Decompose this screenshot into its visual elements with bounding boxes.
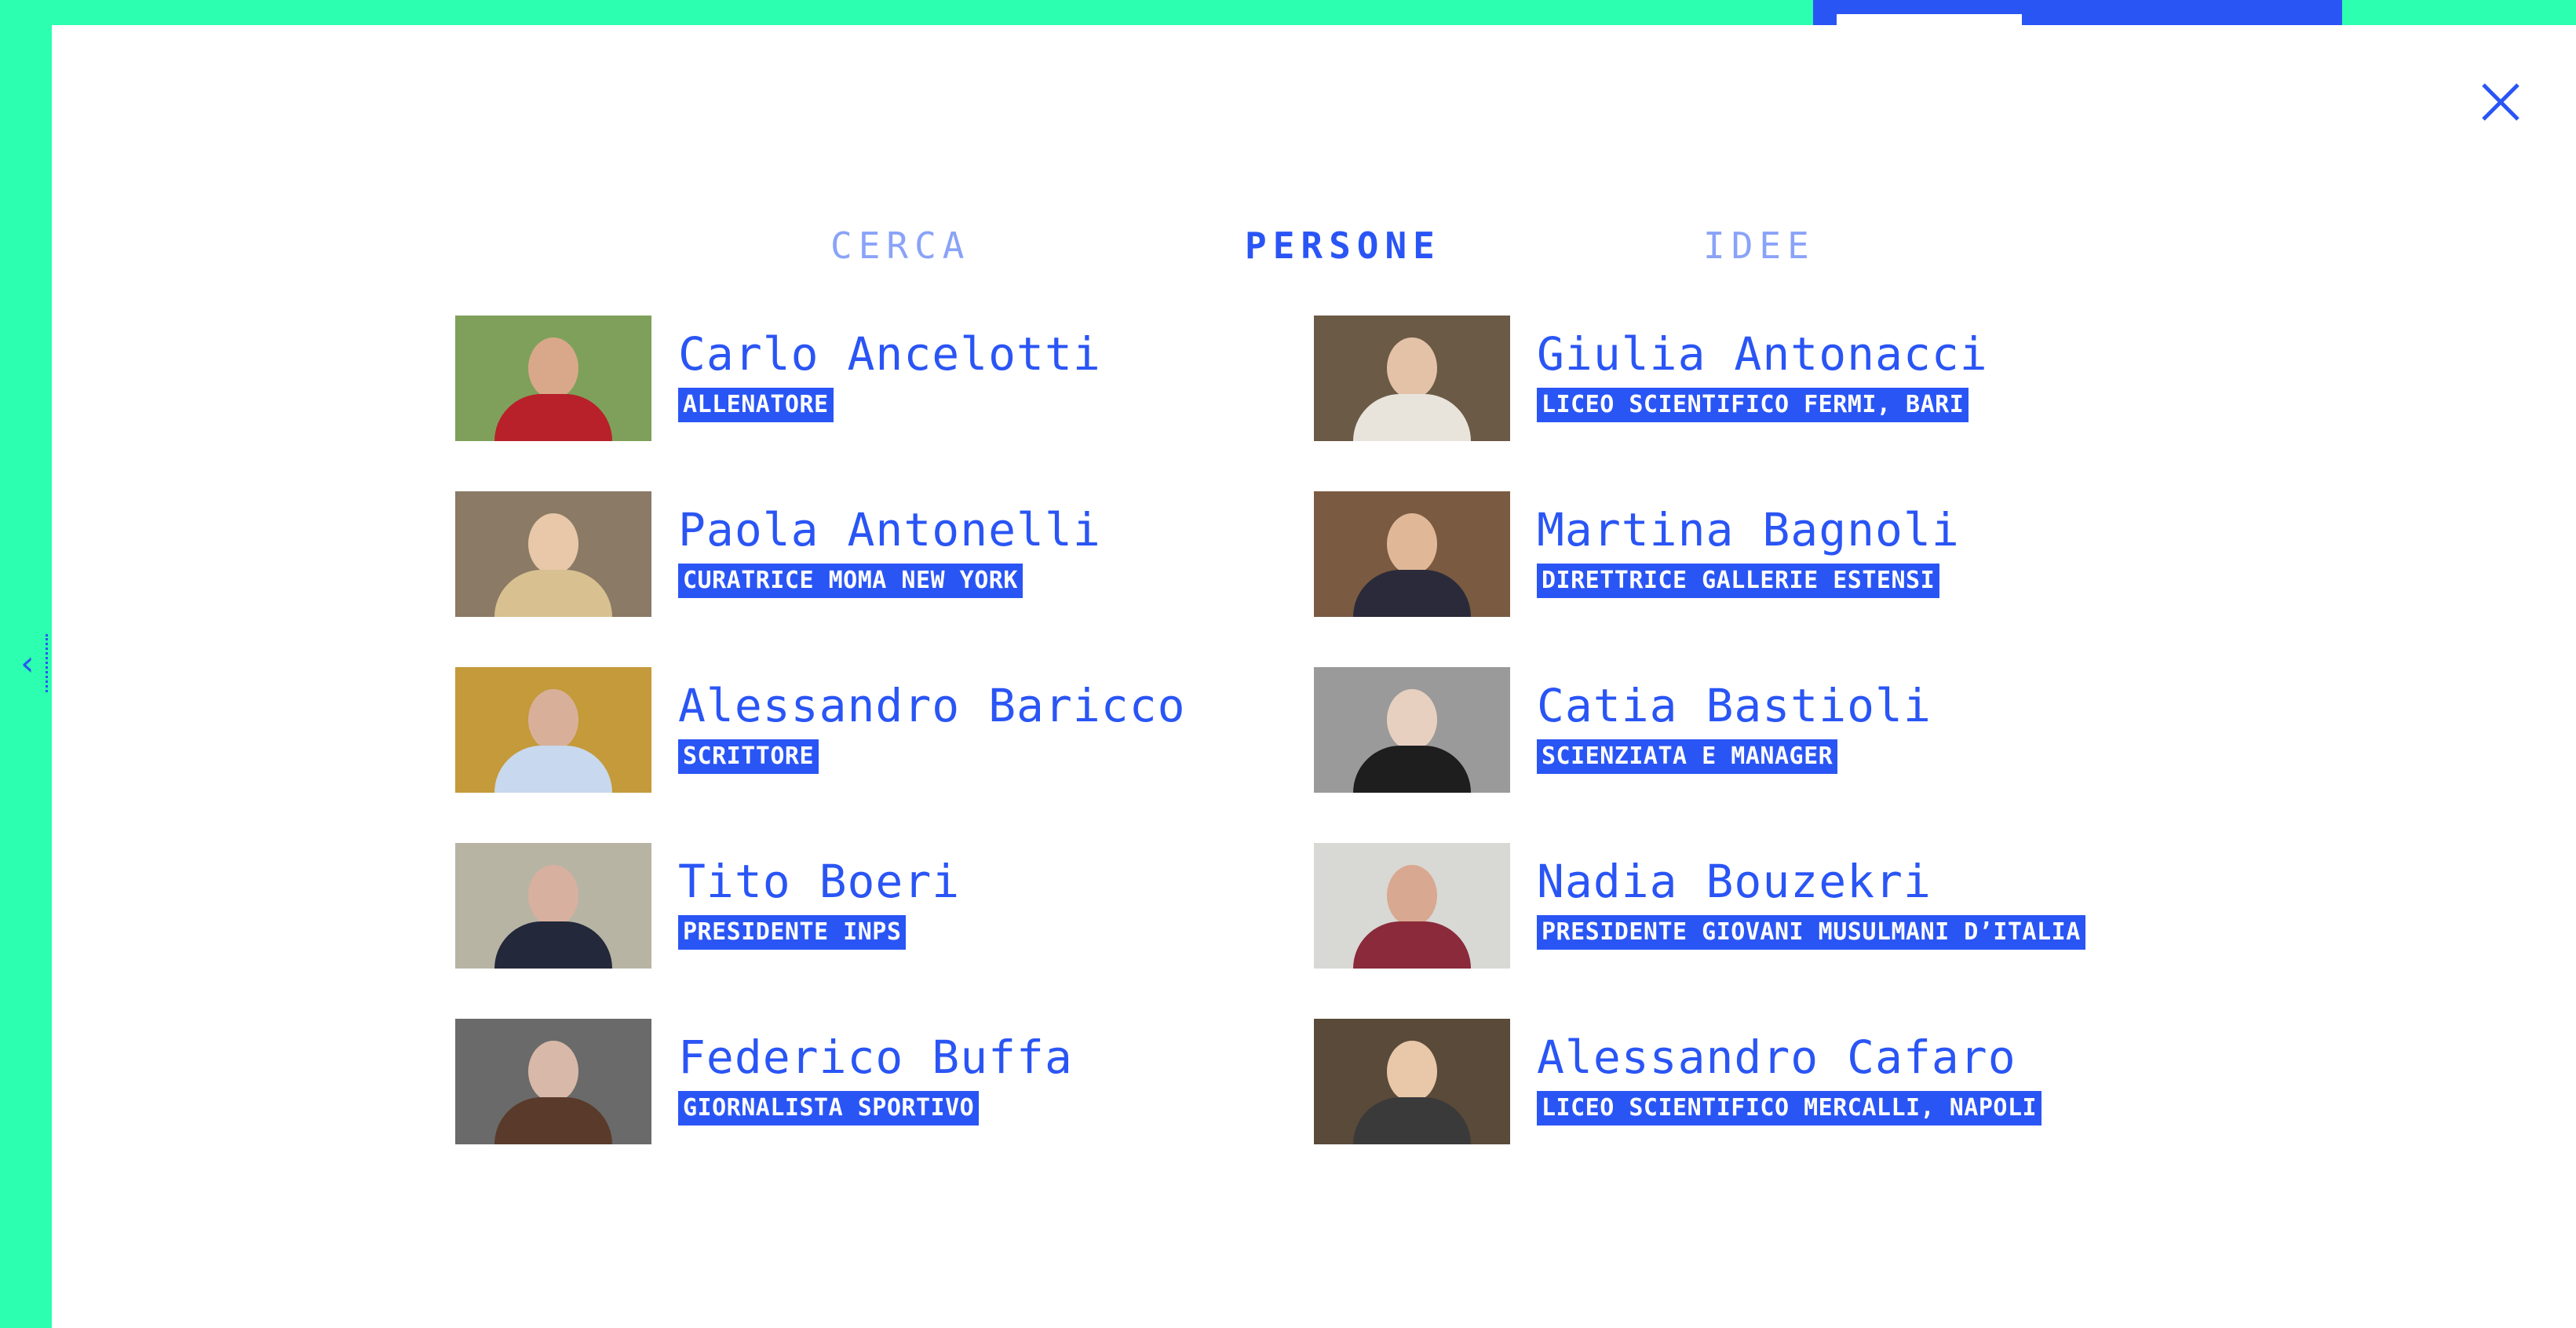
person-role-badge: LICEO SCIENTIFICO MERCALLI, NAPOLI — [1537, 1091, 2042, 1126]
person-name: Nadia Bouzekri — [1537, 855, 1932, 908]
person-card[interactable]: Federico Buffa GIORNALISTA SPORTIVO — [455, 1019, 1314, 1144]
person-photo — [1314, 316, 1510, 441]
person-card[interactable]: Tito Boeri PRESIDENTE INPS — [455, 843, 1314, 969]
person-name: Tito Boeri — [678, 855, 961, 908]
person-name: Paola Antonelli — [678, 503, 1101, 556]
person-photo — [455, 491, 651, 617]
person-photo — [1314, 843, 1510, 969]
person-photo — [455, 316, 651, 441]
close-icon[interactable] — [2479, 80, 2523, 124]
person-card[interactable]: Martina Bagnoli DIRETTRICE GALLERIE ESTE… — [1314, 491, 2151, 617]
tab-idee[interactable]: IDEE — [1703, 224, 1815, 267]
tab-cerca[interactable]: CERCA — [830, 224, 970, 267]
person-card[interactable]: Catia Bastioli SCIENZIATA E MANAGER — [1314, 667, 2151, 793]
person-photo — [1314, 491, 1510, 617]
person-name: Carlo Ancelotti — [678, 327, 1101, 381]
person-role-badge: SCRITTORE — [678, 739, 819, 774]
person-role-badge: LICEO SCIENTIFICO FERMI, BARI — [1537, 388, 1969, 422]
person-name: Alessandro Baricco — [678, 679, 1186, 732]
person-name: Federico Buffa — [678, 1031, 1073, 1084]
people-list: Carlo Ancelotti ALLENATORE Giulia Antona… — [455, 316, 2151, 1195]
person-card[interactable]: Paola Antonelli CURATRICE MOMA NEW YORK — [455, 491, 1314, 617]
person-role-badge: PRESIDENTE GIOVANI MUSULMANI D’ITALIA — [1537, 915, 2085, 950]
person-name: Alessandro Cafaro — [1537, 1031, 2016, 1084]
person-role-badge: PRESIDENTE INPS — [678, 915, 907, 950]
person-role-badge: DIRETTRICE GALLERIE ESTENSI — [1537, 564, 1940, 598]
person-photo — [1314, 667, 1510, 793]
person-photo — [1314, 1019, 1510, 1144]
person-role-badge: GIORNALISTA SPORTIVO — [678, 1091, 980, 1126]
person-photo — [455, 667, 651, 793]
person-name: Giulia Antonacci — [1537, 327, 1988, 381]
person-role-badge: SCIENZIATA E MANAGER — [1537, 739, 1838, 774]
person-card[interactable]: Carlo Ancelotti ALLENATORE — [455, 316, 1314, 441]
tab-bar: CERCA PERSONE IDEE — [0, 224, 2576, 272]
person-card[interactable]: Giulia Antonacci LICEO SCIENTIFICO FERMI… — [1314, 316, 2151, 441]
person-role-badge: CURATRICE MOMA NEW YORK — [678, 564, 1023, 598]
person-role-badge: ALLENATORE — [678, 388, 834, 422]
person-card[interactable]: Alessandro Cafaro LICEO SCIENTIFICO MERC… — [1314, 1019, 2151, 1144]
person-name: Martina Bagnoli — [1537, 503, 1960, 556]
person-photo — [455, 843, 651, 969]
person-card[interactable]: Nadia Bouzekri PRESIDENTE GIOVANI MUSULM… — [1314, 843, 2151, 969]
person-card[interactable]: Alessandro Baricco SCRITTORE — [455, 667, 1314, 793]
person-name: Catia Bastioli — [1537, 679, 1932, 732]
chevron-left-icon[interactable]: ‹ — [17, 647, 38, 681]
person-photo — [455, 1019, 651, 1144]
tab-persone[interactable]: PERSONE — [1245, 224, 1441, 267]
